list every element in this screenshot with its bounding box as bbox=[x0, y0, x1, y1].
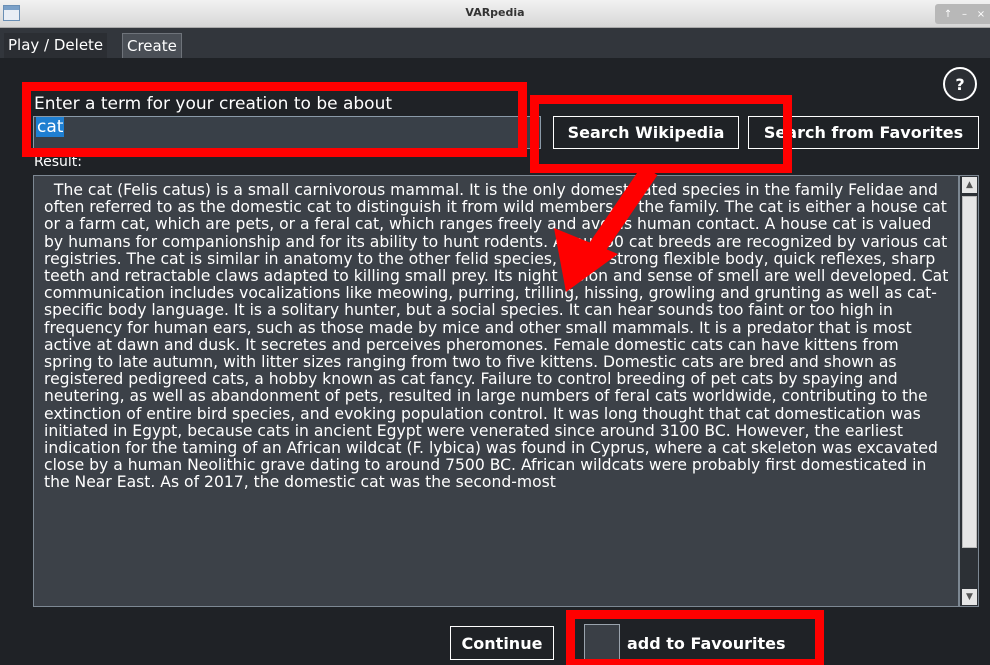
annotation-arrow-icon bbox=[554, 164, 658, 292]
